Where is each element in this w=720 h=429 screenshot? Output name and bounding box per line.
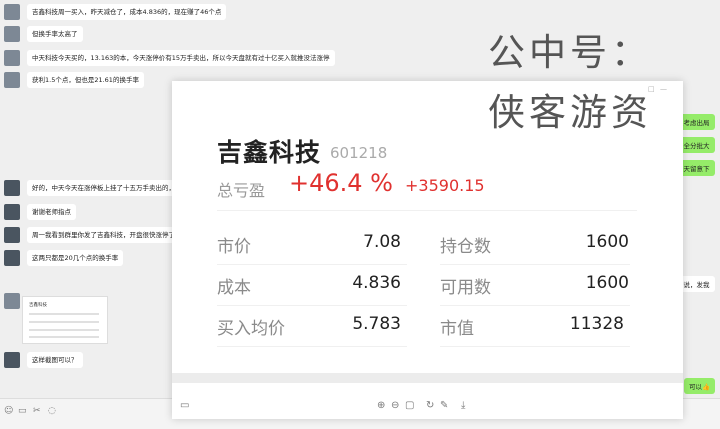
message-bubble[interactable]: 好的，中天今天在涨停板上挂了十五万手卖出的， xyxy=(27,180,180,196)
message-bubble[interactable]: 吉鑫科技周一买入，昨天减仓了，成本4.836的，现在赚了46个点 xyxy=(27,4,227,20)
avatar[interactable] xyxy=(4,26,20,42)
thumbnail-line xyxy=(29,329,99,331)
watermark-line2: 侠客游资 xyxy=(488,91,652,134)
avatar[interactable] xyxy=(4,352,20,368)
message-bubble[interactable]: 中天科技今天买的，13.163的本，今天涨停价有15万手卖出，所以今天盘就有过十… xyxy=(27,50,335,66)
divider xyxy=(217,210,637,211)
download-icon[interactable]: ⤓ xyxy=(461,400,465,411)
chat-message: 中天科技今天买的，13.163的本，今天涨停价有15万手卖出，所以今天盘就有过十… xyxy=(4,50,335,66)
chat-message: 谢谢老师指点 xyxy=(4,204,76,220)
chat-bubble-icon[interactable]: ◌ xyxy=(48,406,56,416)
chat-message: 这样截图可以？ xyxy=(4,352,83,368)
chat-message: 这两只都是20几个点的换手率 xyxy=(4,250,124,266)
row-divider xyxy=(217,305,407,306)
rotate-icon[interactable]: ↻ xyxy=(426,400,434,411)
avatar[interactable] xyxy=(4,72,20,88)
chat-message: 获利1.5个点，但也是21.61的换手率 xyxy=(4,72,144,88)
pnl-percent: +46.4 % xyxy=(289,169,393,197)
pnl-amount: +3590.15 xyxy=(405,176,485,195)
avatar[interactable] xyxy=(4,204,20,220)
market-price-label: 市价 xyxy=(217,237,251,257)
avg-buy-price-label: 买入均价 xyxy=(217,319,285,339)
avatar[interactable] xyxy=(4,227,20,243)
avatar[interactable] xyxy=(4,250,20,266)
row-divider xyxy=(440,346,630,347)
pnl-label: 总亏盈 xyxy=(217,181,266,200)
chat-message: 吉鑫科技周一买入，昨天减仓了，成本4.836的，现在赚了46个点 xyxy=(4,4,227,20)
row-divider xyxy=(440,264,630,265)
thumbnail-line xyxy=(29,321,99,323)
message-bubble[interactable]: 周一我看到群里你发了吉鑫科技，开盘很快涨停了 xyxy=(27,227,180,243)
row-divider xyxy=(217,264,407,265)
smile-icon[interactable]: ☺ xyxy=(4,406,13,416)
watermark-line1: 公中号： xyxy=(488,31,652,74)
avatar[interactable] xyxy=(4,50,20,66)
scissors-icon[interactable]: ✂ xyxy=(33,406,41,416)
stock-name: 吉鑫科技 xyxy=(217,138,322,167)
market-price-value: 7.08 xyxy=(363,232,401,252)
message-bubble[interactable]: 获利1.5个点，但也是21.61的换手率 xyxy=(27,72,144,88)
avatar[interactable] xyxy=(4,293,20,309)
edit-icon[interactable]: ✎ xyxy=(440,400,448,411)
zoom-in-icon[interactable]: ⊕ xyxy=(377,400,385,411)
cost-label: 成本 xyxy=(217,278,251,298)
viewer-toolbar: ▭ ⊕ ⊖ ▢ ↻ ✎ ⤓ xyxy=(172,395,683,419)
market-value-label: 市值 xyxy=(440,319,474,339)
avatar[interactable] xyxy=(4,4,20,20)
message-bubble-right[interactable]: 可以👍 xyxy=(684,378,716,394)
market-value-value: 11328 xyxy=(569,314,624,334)
chat-message: 好的，中天今天在涨停板上挂了十五万手卖出的， xyxy=(4,180,180,196)
position-card: 吉鑫科技 601218 总亏盈 +46.4 % +3590.15 市价 7.08… xyxy=(172,101,683,371)
chat-message: 周一我看到群里你发了吉鑫科技，开盘很快涨停了 xyxy=(4,227,180,243)
image-thumbnail[interactable]: 吉鑫科技 xyxy=(22,296,108,344)
card-footer-strip xyxy=(172,373,683,383)
thumbnail-line xyxy=(29,313,99,315)
thumbnail-title: 吉鑫科技 xyxy=(29,303,47,308)
available-label: 可用数 xyxy=(440,278,491,298)
message-bubble[interactable]: 这两只都是20几个点的换手率 xyxy=(27,250,124,266)
minimize-icon[interactable]: — xyxy=(660,85,667,93)
message-bubble[interactable]: 但换手率太高了 xyxy=(27,26,83,42)
thumbnail-line xyxy=(29,336,99,338)
zoom-out-icon[interactable]: ⊖ xyxy=(391,400,399,411)
available-value: 1600 xyxy=(585,273,629,293)
avatar[interactable] xyxy=(4,180,20,196)
holdings-value: 1600 xyxy=(585,232,629,252)
fit-icon[interactable]: ▢ xyxy=(405,400,414,411)
cost-value: 4.836 xyxy=(352,273,401,293)
row-divider xyxy=(440,305,630,306)
stock-code: 601218 xyxy=(330,144,388,162)
screen-icon[interactable]: ▭ xyxy=(180,400,189,411)
message-bubble[interactable]: 这样截图可以？ xyxy=(27,352,83,368)
chat-message xyxy=(4,293,20,309)
message-bubble[interactable]: 谢谢老师指点 xyxy=(27,204,76,220)
folder-icon[interactable]: ▭ xyxy=(18,406,27,416)
chat-message: 但换手率太高了 xyxy=(4,26,83,42)
row-divider xyxy=(217,346,407,347)
avg-buy-price-value: 5.783 xyxy=(352,314,401,334)
holdings-label: 持仓数 xyxy=(440,237,491,257)
